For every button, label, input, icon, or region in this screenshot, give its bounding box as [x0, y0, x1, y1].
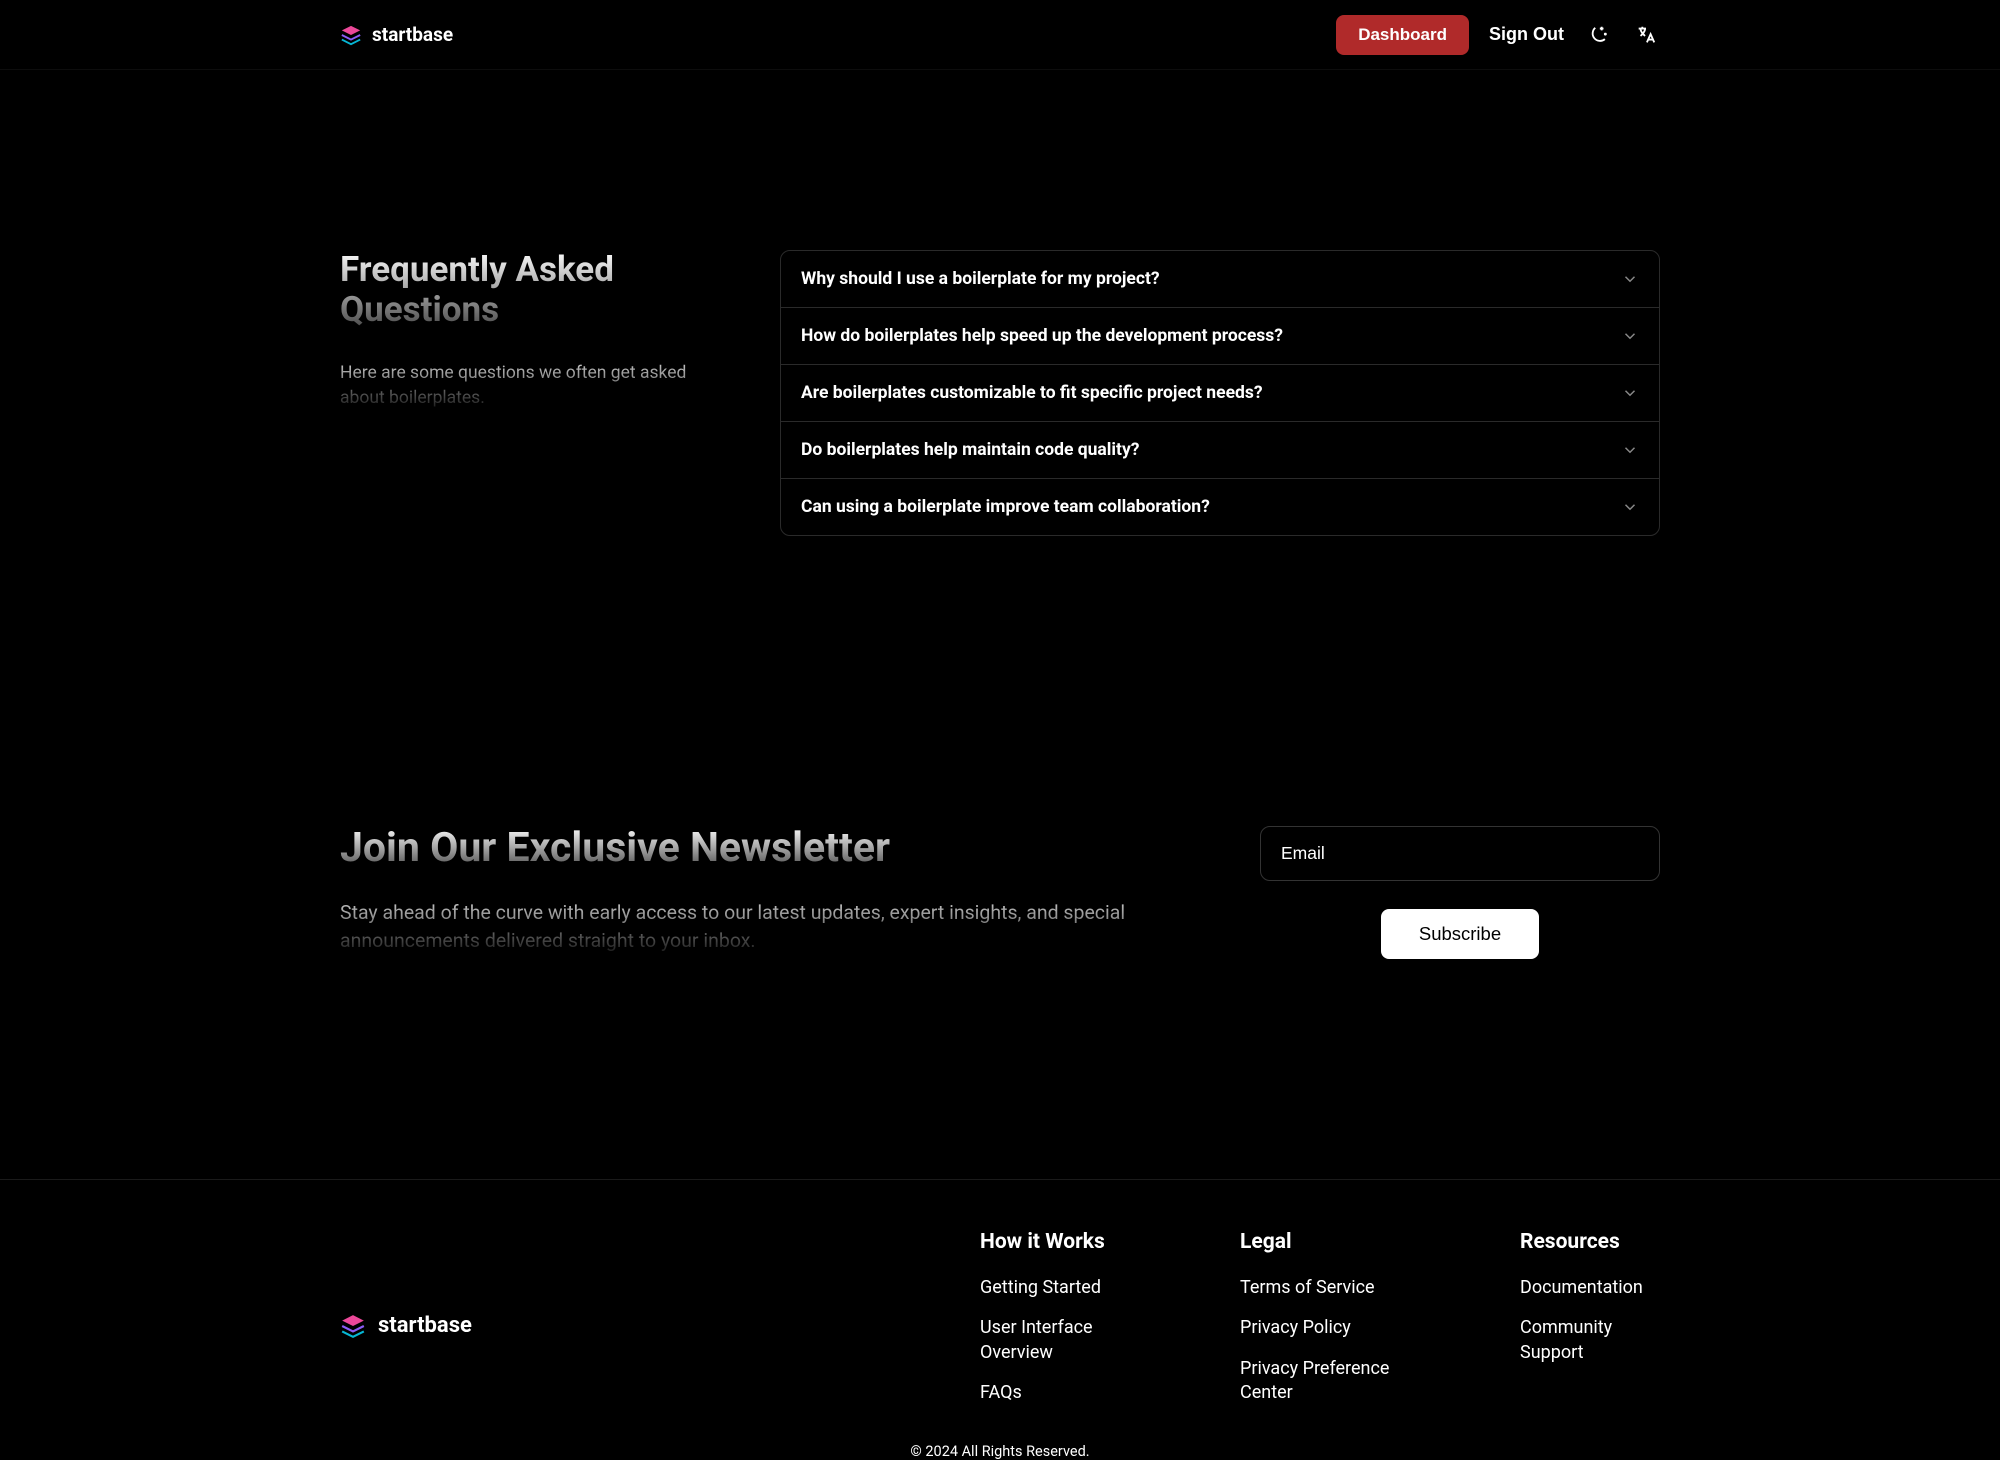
footer-link[interactable]: Getting Started: [980, 1276, 1120, 1300]
faq-intro: Frequently Asked Questions Here are some…: [340, 250, 720, 536]
stack-icon: [340, 24, 362, 46]
chevron-down-icon: [1621, 327, 1639, 345]
footer-col-how: How it Works Getting Started User Interf…: [980, 1230, 1120, 1421]
language-button[interactable]: [1632, 21, 1660, 49]
footer-col-title: Resources: [1520, 1230, 1660, 1254]
faq-question: Why should I use a boilerplate for my pr…: [801, 269, 1160, 289]
footer: startbase How it Works Getting Started U…: [0, 1179, 2000, 1460]
stack-icon: [340, 1313, 366, 1339]
email-field[interactable]: [1260, 826, 1660, 881]
chevron-down-icon: [1621, 384, 1639, 402]
footer-link[interactable]: Terms of Service: [1240, 1276, 1400, 1300]
subscribe-button[interactable]: Subscribe: [1381, 909, 1539, 959]
dashboard-button[interactable]: Dashboard: [1336, 15, 1469, 55]
footer-link[interactable]: Documentation: [1520, 1276, 1660, 1300]
faq-item[interactable]: How do boilerplates help speed up the de…: [781, 308, 1659, 365]
signout-button[interactable]: Sign Out: [1489, 24, 1564, 45]
footer-top: startbase How it Works Getting Started U…: [340, 1230, 1660, 1421]
footer-link[interactable]: Privacy Preference Center: [1240, 1357, 1400, 1406]
faq-question: Can using a boilerplate improve team col…: [801, 497, 1210, 517]
logo[interactable]: startbase: [340, 23, 453, 46]
faq-question: Are boilerplates customizable to fit spe…: [801, 383, 1263, 403]
header-actions: Dashboard Sign Out: [1336, 15, 1660, 55]
faq-accordion: Why should I use a boilerplate for my pr…: [780, 250, 1660, 536]
newsletter-section: Join Our Exclusive Newsletter Stay ahead…: [0, 536, 2000, 959]
faq-subtitle: Here are some questions we often get ask…: [340, 361, 720, 412]
translate-icon: [1635, 24, 1657, 46]
footer-col-title: Legal: [1240, 1230, 1400, 1254]
footer-link[interactable]: Community Support: [1520, 1316, 1640, 1365]
chevron-down-icon: [1621, 441, 1639, 459]
footer-col-resources: Resources Documentation Community Suppor…: [1520, 1230, 1660, 1421]
theme-toggle-button[interactable]: [1584, 21, 1612, 49]
moon-stars-icon: [1587, 24, 1609, 46]
footer-logo[interactable]: startbase: [340, 1230, 472, 1421]
footer-col-title: How it Works: [980, 1230, 1120, 1254]
newsletter-form: Subscribe: [1260, 826, 1660, 959]
header: startbase Dashboard Sign Out: [0, 0, 2000, 70]
faq-item[interactable]: Are boilerplates customizable to fit spe…: [781, 365, 1659, 422]
newsletter-intro: Join Our Exclusive Newsletter Stay ahead…: [340, 826, 1160, 959]
faq-item[interactable]: Do boilerplates help maintain code quali…: [781, 422, 1659, 479]
footer-copyright: © 2024 All Rights Reserved.: [340, 1421, 1660, 1460]
chevron-down-icon: [1621, 498, 1639, 516]
footer-col-legal: Legal Terms of Service Privacy Policy Pr…: [1240, 1230, 1400, 1421]
newsletter-subtitle: Stay ahead of the curve with early acces…: [340, 899, 1160, 956]
chevron-down-icon: [1621, 270, 1639, 288]
faq-question: How do boilerplates help speed up the de…: [801, 326, 1283, 346]
footer-links: How it Works Getting Started User Interf…: [980, 1230, 1660, 1421]
faq-item[interactable]: Can using a boilerplate improve team col…: [781, 479, 1659, 535]
brand-name: startbase: [378, 1313, 472, 1338]
footer-link[interactable]: Privacy Policy: [1240, 1316, 1400, 1340]
faq-title: Frequently Asked Questions: [340, 250, 720, 331]
faq-section: Frequently Asked Questions Here are some…: [0, 70, 2000, 536]
footer-link[interactable]: FAQs: [980, 1381, 1120, 1405]
faq-item[interactable]: Why should I use a boilerplate for my pr…: [781, 251, 1659, 308]
footer-link[interactable]: User Interface Overview: [980, 1316, 1120, 1365]
newsletter-title: Join Our Exclusive Newsletter: [340, 826, 1160, 871]
faq-question: Do boilerplates help maintain code quali…: [801, 440, 1140, 460]
brand-name: startbase: [372, 23, 453, 46]
